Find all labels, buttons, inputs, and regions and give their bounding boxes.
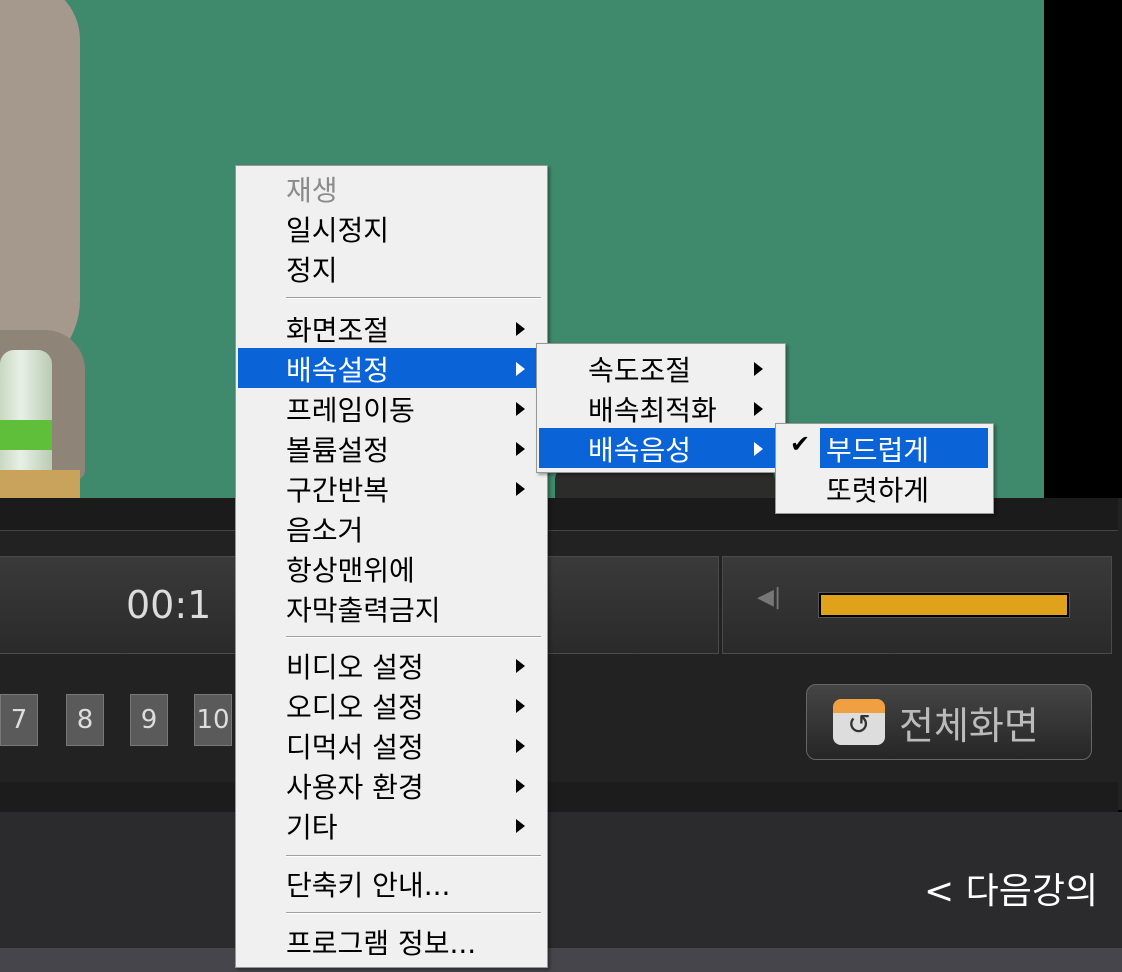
submenu-arrow-icon	[516, 739, 525, 753]
voice-submenu: ✔ 부드럽게 또렷하게	[775, 423, 994, 514]
menu-item-volume-settings[interactable]: 볼륨설정	[238, 428, 545, 468]
menu-separator	[286, 912, 541, 914]
submenu-arrow-icon	[516, 322, 525, 336]
context-menu: 재생 일시정지 정지 화면조절 배속설정 프레임이동 볼륨설정 구간반복 음소거…	[235, 165, 548, 968]
submenu-arrow-icon	[754, 402, 763, 416]
submenu-arrow-icon	[516, 482, 525, 496]
menu-item-screen-adjust[interactable]: 화면조절	[238, 308, 545, 348]
submenu-item-speed-control[interactable]: 속도조절	[539, 348, 783, 388]
menu-item-speed-settings[interactable]: 배속설정	[238, 348, 545, 388]
submenu-arrow-icon	[754, 442, 763, 456]
menu-separator	[286, 855, 541, 857]
submenu-item-speed-voice[interactable]: 배속음성	[539, 428, 783, 468]
volume-fill	[821, 595, 1067, 615]
time-display: 00:1	[126, 583, 212, 627]
voice-option-clear[interactable]: 또렷하게	[778, 468, 991, 508]
menu-item-mute[interactable]: 음소거	[238, 508, 545, 548]
submenu-arrow-icon	[516, 402, 525, 416]
video-person-arm	[0, 0, 80, 380]
bottom-strip	[0, 948, 1122, 972]
video-bottle	[0, 350, 52, 485]
next-lecture-link[interactable]: < 다음강의	[924, 862, 1098, 914]
submenu-arrow-icon	[516, 779, 525, 793]
chapter-button-7[interactable]: 7	[0, 694, 38, 746]
menu-item-stop[interactable]: 정지	[238, 248, 545, 288]
menu-item-pause[interactable]: 일시정지	[238, 208, 545, 248]
submenu-arrow-icon	[516, 362, 525, 376]
control-panel	[0, 498, 1122, 810]
chapter-button-8[interactable]: 8	[66, 694, 104, 746]
menu-item-frame-move[interactable]: 프레임이동	[238, 388, 545, 428]
speed-submenu: 속도조절 배속최적화 배속음성	[536, 343, 786, 473]
video-desk	[0, 470, 80, 498]
menu-item-other[interactable]: 기타	[238, 805, 545, 845]
menu-item-audio-settings[interactable]: 오디오 설정	[238, 685, 545, 725]
menu-item-disable-subtitles[interactable]: 자막출력금지	[238, 588, 545, 628]
fullscreen-label: 전체화면	[899, 703, 1039, 748]
chapter-button-9[interactable]: 9	[130, 694, 168, 746]
menu-item-program-info[interactable]: 프로그램 정보...	[238, 921, 545, 961]
voice-option-smooth[interactable]: ✔ 부드럽게	[778, 428, 991, 468]
menu-separator	[286, 636, 541, 638]
speaker-icon[interactable]: ◀|	[757, 585, 781, 610]
menu-item-demuxer-settings[interactable]: 디먹서 설정	[238, 725, 545, 765]
submenu-arrow-icon	[754, 362, 763, 376]
submenu-arrow-icon	[516, 819, 525, 833]
fullscreen-button[interactable]: ↺ 전체화면	[806, 684, 1092, 760]
menu-item-video-settings[interactable]: 비디오 설정	[238, 645, 545, 685]
fullscreen-icon: ↺	[833, 699, 885, 745]
submenu-item-speed-optimize[interactable]: 배속최적화	[539, 388, 783, 428]
submenu-arrow-icon	[516, 699, 525, 713]
menu-item-always-on-top[interactable]: 항상맨위에	[238, 548, 545, 588]
menu-item-preferences[interactable]: 사용자 환경	[238, 765, 545, 805]
menu-item-shortcut-guide[interactable]: 단축키 안내...	[238, 863, 545, 903]
chapter-button-10[interactable]: 10	[194, 694, 232, 746]
menu-item-play[interactable]: 재생	[238, 168, 545, 208]
divider-strip	[0, 782, 1118, 812]
checkmark-icon: ✔	[790, 430, 811, 458]
volume-slider[interactable]	[818, 592, 1070, 618]
letterbox	[1044, 0, 1122, 498]
menu-item-section-repeat[interactable]: 구간반복	[238, 468, 545, 508]
submenu-arrow-icon	[516, 659, 525, 673]
bottle-label	[0, 420, 52, 450]
menu-separator	[286, 297, 541, 299]
submenu-arrow-icon	[516, 442, 525, 456]
